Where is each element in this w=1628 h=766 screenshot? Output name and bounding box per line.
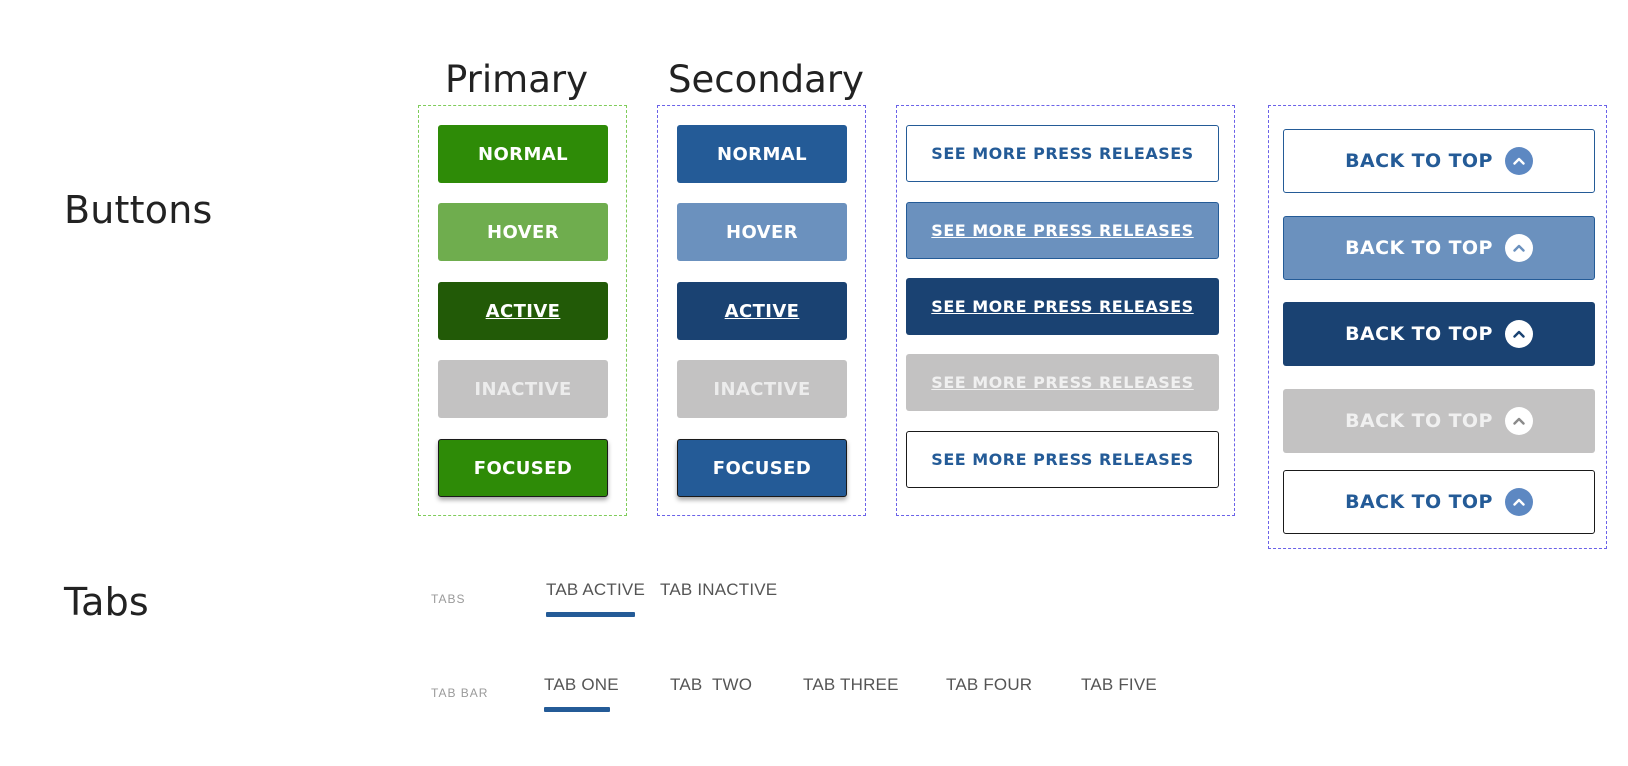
primary-inactive-button[interactable]: INACTIVE xyxy=(438,360,608,418)
back-to-top-label: BACK TO TOP xyxy=(1345,410,1493,432)
back-to-top-hover-button[interactable]: BACK TO TOP xyxy=(1283,216,1595,280)
tab-bar-item-one[interactable]: TAB ONE xyxy=(544,675,619,695)
primary-normal-button[interactable]: NORMAL xyxy=(438,125,608,183)
back-to-top-label: BACK TO TOP xyxy=(1345,323,1493,345)
chevron-up-icon xyxy=(1504,234,1533,262)
back-to-top-label: BACK TO TOP xyxy=(1345,491,1493,513)
tab-bar-item-two[interactable]: TAB TWO xyxy=(670,675,752,695)
tab-bar-item-three[interactable]: TAB THREE xyxy=(803,675,899,695)
press-releases-active-button[interactable]: SEE MORE PRESS RELEASES xyxy=(906,278,1219,335)
chevron-up-icon xyxy=(1504,320,1533,348)
press-releases-focused-button[interactable]: SEE MORE PRESS RELEASES xyxy=(906,431,1219,488)
back-to-top-active-button[interactable]: BACK TO TOP xyxy=(1283,302,1595,366)
primary-column-title: Primary xyxy=(445,58,588,101)
back-to-top-label: BACK TO TOP xyxy=(1345,150,1493,172)
tab-bar-item-five[interactable]: TAB FIVE xyxy=(1081,675,1157,695)
tab-bar-item-four[interactable]: TAB FOUR xyxy=(946,675,1032,695)
tab-bar-caption: TAB BAR xyxy=(431,686,489,700)
primary-active-button[interactable]: ACTIVE xyxy=(438,282,608,340)
tabs-section-title: Tabs xyxy=(64,580,149,624)
back-to-top-inactive-button[interactable]: BACK TO TOP xyxy=(1283,389,1595,453)
chevron-up-icon xyxy=(1504,488,1533,516)
chevron-up-icon xyxy=(1504,407,1533,435)
tabs-caption: TABS xyxy=(431,592,466,606)
primary-hover-button[interactable]: HOVER xyxy=(438,203,608,261)
secondary-hover-button[interactable]: HOVER xyxy=(677,203,847,261)
secondary-focused-button[interactable]: FOCUSED xyxy=(677,439,847,497)
tab-active-indicator xyxy=(546,612,635,617)
back-to-top-focused-button[interactable]: BACK TO TOP xyxy=(1283,470,1595,534)
tab-active[interactable]: TAB ACTIVE xyxy=(546,580,645,600)
press-releases-inactive-button[interactable]: SEE MORE PRESS RELEASES xyxy=(906,354,1219,411)
secondary-normal-button[interactable]: NORMAL xyxy=(677,125,847,183)
buttons-section-title: Buttons xyxy=(64,188,213,232)
primary-focused-button[interactable]: FOCUSED xyxy=(438,439,608,497)
chevron-up-icon xyxy=(1504,147,1533,175)
tab-inactive[interactable]: TAB INACTIVE xyxy=(660,580,777,600)
back-to-top-normal-button[interactable]: BACK TO TOP xyxy=(1283,129,1595,193)
press-releases-normal-button[interactable]: SEE MORE PRESS RELEASES xyxy=(906,125,1219,182)
tab-bar-active-indicator xyxy=(544,707,610,712)
secondary-inactive-button[interactable]: INACTIVE xyxy=(677,360,847,418)
back-to-top-label: BACK TO TOP xyxy=(1345,237,1493,259)
secondary-active-button[interactable]: ACTIVE xyxy=(677,282,847,340)
secondary-column-title: Secondary xyxy=(668,58,864,101)
press-releases-hover-button[interactable]: SEE MORE PRESS RELEASES xyxy=(906,202,1219,259)
